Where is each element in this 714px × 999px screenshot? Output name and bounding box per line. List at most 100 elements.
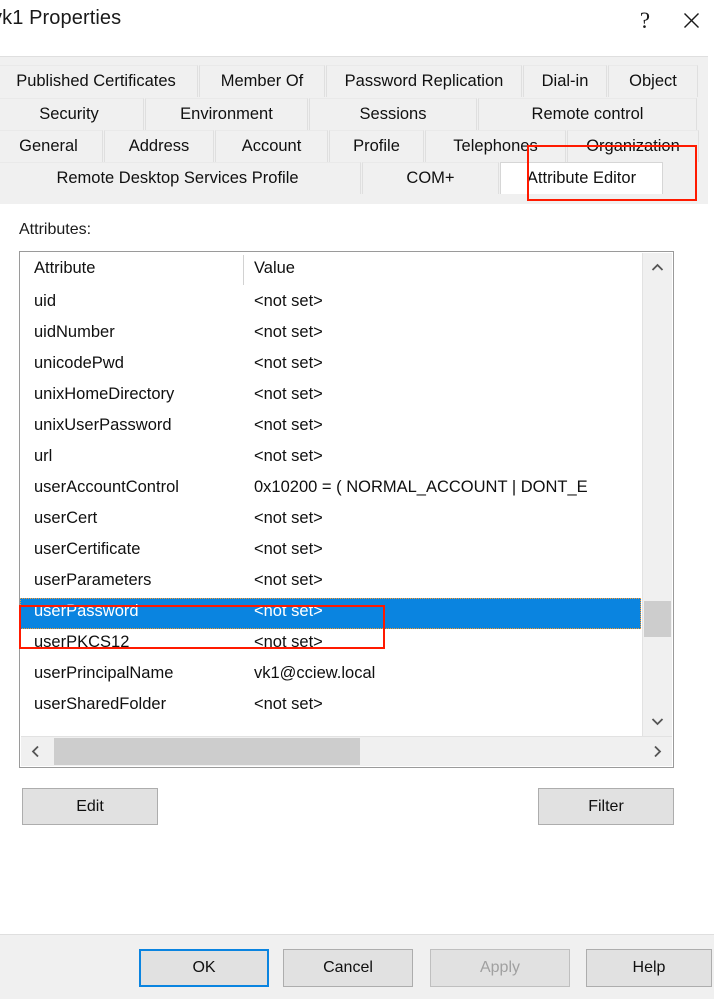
tab-member-of[interactable]: Member Of bbox=[199, 65, 325, 97]
tab-published-certificates[interactable]: Published Certificates bbox=[0, 65, 198, 97]
table-row[interactable]: userSharedFolder <not set> bbox=[20, 691, 641, 722]
tab-row-3: General Address Account Profile Telephones Or… bbox=[0, 130, 700, 162]
listview-header: Attribute Value bbox=[20, 254, 641, 288]
tab-dial-in[interactable]: Dial-in bbox=[523, 65, 607, 97]
attributes-label: Attributes: bbox=[19, 221, 92, 238]
question-mark-icon: ? bbox=[639, 7, 651, 33]
close-button[interactable] bbox=[668, 0, 714, 40]
cell-attribute: userPrincipalName bbox=[34, 664, 174, 682]
cell-attribute: unicodePwd bbox=[34, 354, 124, 372]
help-button[interactable]: ? bbox=[622, 0, 668, 40]
cell-attribute: uidNumber bbox=[34, 323, 115, 341]
table-row[interactable]: userPrincipalName vk1@cciew.local bbox=[20, 660, 641, 691]
column-header-attribute[interactable]: Attribute bbox=[34, 259, 95, 278]
apply-button: Apply bbox=[430, 949, 570, 987]
cell-attribute: userPassword bbox=[34, 602, 139, 620]
tab-strip: Published Certificates Member Of Password … bbox=[0, 56, 708, 205]
cell-attribute: userCertificate bbox=[34, 540, 141, 558]
tab-account[interactable]: Account bbox=[215, 130, 328, 162]
cell-value: <not set> bbox=[254, 385, 323, 403]
cell-attribute: uid bbox=[34, 292, 57, 310]
chevron-up-icon bbox=[651, 263, 664, 271]
edit-button[interactable]: Edit bbox=[22, 788, 158, 825]
scroll-down-button[interactable] bbox=[643, 707, 672, 736]
vertical-scroll-thumb[interactable] bbox=[644, 601, 671, 637]
cell-value: <not set> bbox=[254, 602, 323, 620]
window-title: vk1 Properties bbox=[0, 7, 122, 29]
tab-address[interactable]: Address bbox=[104, 130, 214, 162]
tab-environment[interactable]: Environment bbox=[145, 98, 308, 130]
table-row[interactable]: uidNumber <not set> bbox=[20, 319, 641, 350]
cancel-button[interactable]: Cancel bbox=[283, 949, 413, 987]
help-dialog-button[interactable]: Help bbox=[586, 949, 712, 987]
tab-remote-desktop-services-profile[interactable]: Remote Desktop Services Profile bbox=[0, 162, 361, 194]
cell-attribute: userCert bbox=[34, 509, 98, 527]
table-row[interactable]: userCertificate <not set> bbox=[20, 536, 641, 567]
title-bar: vk1 Properties ? bbox=[0, 0, 714, 56]
table-row[interactable]: url <not set> bbox=[20, 443, 641, 474]
cell-value: 0x10200 = ( NORMAL_ACCOUNT | DONT_E bbox=[254, 478, 588, 496]
cell-value: <not set> bbox=[254, 323, 323, 341]
cell-value: <not set> bbox=[254, 540, 323, 558]
column-header-value[interactable]: Value bbox=[254, 259, 295, 278]
table-row[interactable]: unicodePwd <not set> bbox=[20, 350, 641, 381]
cell-value: <not set> bbox=[254, 416, 323, 434]
chevron-down-icon bbox=[651, 718, 664, 726]
cell-attribute: unixHomeDirectory bbox=[34, 385, 175, 403]
dialog-footer: OK Cancel Apply Help bbox=[0, 934, 714, 999]
tab-row-1: Published Certificates Member Of Password … bbox=[0, 65, 699, 97]
ok-button[interactable]: OK bbox=[139, 949, 269, 987]
cell-attribute: userPKCS12 bbox=[34, 633, 130, 651]
tab-sessions[interactable]: Sessions bbox=[309, 98, 477, 130]
listview-rows: uid <not set> uidNumber <not set> unicodePwd… bbox=[20, 288, 641, 722]
dialog-body: Attributes: Attribute Value uid <not set>… bbox=[0, 204, 714, 934]
cell-attribute: userParameters bbox=[34, 571, 152, 589]
tab-remote-control[interactable]: Remote control bbox=[478, 98, 697, 130]
chevron-right-icon bbox=[654, 745, 662, 758]
horizontal-scroll-thumb[interactable] bbox=[54, 738, 360, 765]
tab-row-4: Remote Desktop Services Profile COM+ Attri… bbox=[0, 162, 664, 194]
cell-value: <not set> bbox=[254, 447, 323, 465]
filter-button[interactable]: Filter bbox=[538, 788, 674, 825]
table-row[interactable]: unixUserPassword <not set> bbox=[20, 412, 641, 443]
table-row[interactable]: userCert <not set> bbox=[20, 505, 641, 536]
cell-attribute: userAccountControl bbox=[34, 478, 179, 496]
tab-row-2: Security Environment Sessions Remote contro… bbox=[0, 98, 698, 130]
tab-security[interactable]: Security bbox=[0, 98, 144, 130]
vertical-scrollbar[interactable] bbox=[642, 253, 672, 736]
table-row[interactable]: userAccountControl 0x10200 = ( NORMAL_ACC… bbox=[20, 474, 641, 505]
cell-value: <not set> bbox=[254, 633, 323, 651]
tab-password-replication[interactable]: Password Replication bbox=[326, 65, 522, 97]
cell-value: <not set> bbox=[254, 292, 323, 310]
tab-com-[interactable]: COM+ bbox=[362, 162, 499, 194]
tab-telephones[interactable]: Telephones bbox=[425, 130, 566, 162]
listview-clip: Attribute Value uid <not set> uidNumber <no… bbox=[20, 252, 641, 767]
cell-attribute: userSharedFolder bbox=[34, 695, 167, 713]
attributes-listview[interactable]: Attribute Value uid <not set> uidNumber <no… bbox=[19, 251, 674, 768]
cell-attribute: url bbox=[34, 447, 53, 465]
tab-organization[interactable]: Organization bbox=[567, 130, 699, 162]
column-divider[interactable] bbox=[243, 255, 244, 285]
tab-profile[interactable]: Profile bbox=[329, 130, 424, 162]
scroll-up-button[interactable] bbox=[643, 253, 672, 282]
cell-attribute: unixUserPassword bbox=[34, 416, 172, 434]
tab-object[interactable]: Object bbox=[608, 65, 698, 97]
tab-general[interactable]: General bbox=[0, 130, 103, 162]
title-bar-buttons: ? bbox=[622, 0, 714, 56]
tab-attribute-editor[interactable]: Attribute Editor bbox=[500, 162, 663, 194]
table-row[interactable]: userParameters <not set> bbox=[20, 567, 641, 598]
chevron-left-icon bbox=[31, 745, 39, 758]
horizontal-scrollbar[interactable] bbox=[21, 736, 672, 766]
cell-value: <not set> bbox=[254, 509, 323, 527]
table-row[interactable]: userPKCS12 <not set> bbox=[20, 629, 641, 660]
table-row[interactable]: uid <not set> bbox=[20, 288, 641, 319]
scroll-left-button[interactable] bbox=[21, 737, 50, 766]
table-row[interactable]: userPassword <not set> bbox=[20, 598, 641, 629]
cell-value: <not set> bbox=[254, 354, 323, 372]
listview-inner: Attribute Value uid <not set> uidNumber <no… bbox=[20, 252, 673, 767]
cell-value: <not set> bbox=[254, 571, 323, 589]
table-row[interactable]: unixHomeDirectory <not set> bbox=[20, 381, 641, 412]
scroll-right-button[interactable] bbox=[643, 737, 672, 766]
close-icon bbox=[683, 12, 699, 28]
cell-value: <not set> bbox=[254, 695, 323, 713]
